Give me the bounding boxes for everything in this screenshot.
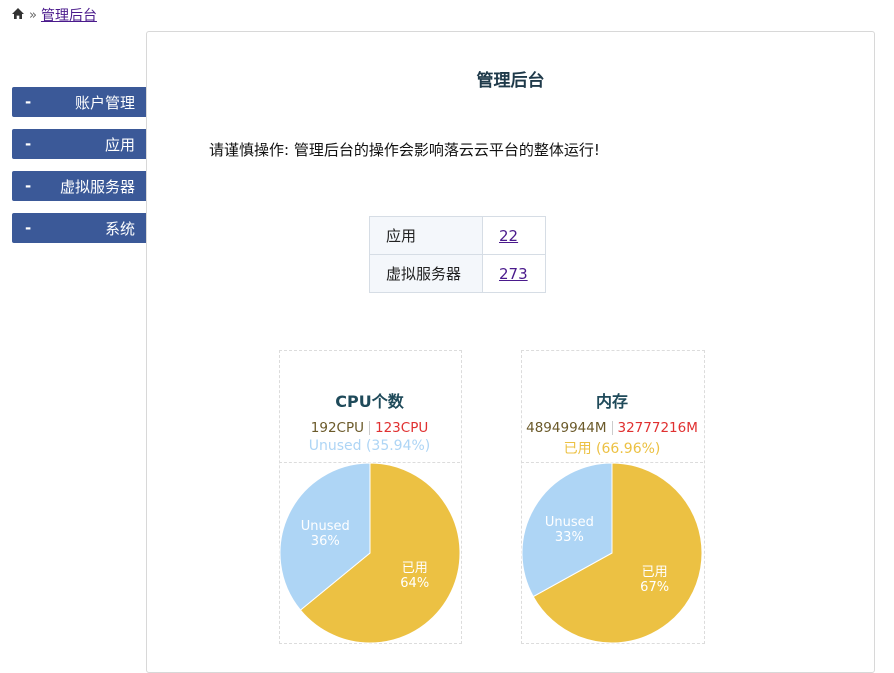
sidebar-item-dash: - [25, 93, 32, 111]
legend-divider [369, 421, 370, 435]
memory-chart-header: 内存 48949944M 32777216M 已用 (66.96%) [521, 350, 703, 463]
warning-message: 请谨慎操作: 管理后台的操作会影响落云云平台的整体运行! [209, 141, 600, 159]
stat-link-virtual-servers[interactable]: 273 [499, 265, 528, 283]
stat-cell: 22 [482, 216, 546, 255]
pie-slice-name-label: Unused [301, 519, 350, 534]
memory-chart-title: 内存 [595, 392, 628, 411]
pie-slice-name-label: 已用 [642, 565, 668, 580]
cpu-legend-used: 192CPU [310, 420, 364, 436]
stat-link-apps[interactable]: 22 [499, 227, 518, 245]
memory-legend-free: 32777216M [617, 420, 698, 436]
pie-slice-name-label: 已用 [402, 561, 428, 576]
main-panel: 管理后台 请谨慎操作: 管理后台的操作会影响落云云平台的整体运行! 应用 22 … [146, 31, 875, 673]
pie-slice-percent-label: 36% [311, 534, 340, 549]
sidebar-item-dash: - [25, 219, 32, 237]
memory-legend-used: 48949944M [526, 420, 607, 436]
memory-chart-subtitle: 已用 (66.96%) [563, 441, 661, 457]
sidebar-item-label: 系统 [104, 219, 135, 238]
memory-pie-chart: 已用67% Unused33% [521, 462, 703, 644]
breadcrumb-separator: » [29, 7, 37, 23]
sidebar-item-dash: - [25, 177, 32, 195]
memory-chart-legend: 48949944M 32777216M [521, 420, 703, 436]
cpu-chart-header: CPU个数 192CPU 123CPU Unused (35.94%) [279, 350, 460, 463]
sidebar-item-accounts[interactable]: - 账户管理 [12, 87, 147, 117]
pie-slice-percent-label: 64% [400, 576, 429, 591]
sidebar-item-virtual-servers[interactable]: - 虚拟服务器 [12, 171, 147, 201]
cpu-chart-title: CPU个数 [335, 392, 404, 411]
stat-cell: 273 [482, 254, 546, 293]
cpu-chart-subtitle: Unused (35.94%) [308, 438, 431, 454]
legend-divider [611, 421, 613, 435]
breadcrumb: » 管理后台 [11, 5, 97, 25]
sidebar-item-system[interactable]: - 系统 [12, 213, 147, 243]
sidebar-item-label: 虚拟服务器 [59, 177, 135, 196]
stat-label-virtual-servers: 虚拟服务器 [369, 254, 483, 293]
sidebar-item-dash: - [25, 135, 32, 153]
stats-table: 应用 22 虚拟服务器 273 [369, 216, 546, 293]
pie-slice-name-label: Unused [545, 515, 594, 530]
sidebar-item-label: 账户管理 [74, 93, 135, 112]
stat-label-apps: 应用 [369, 216, 483, 255]
pie-slice-percent-label: 33% [555, 530, 584, 545]
sidebar-item-label: 应用 [104, 135, 135, 154]
page-title: 管理后台 [476, 71, 545, 91]
cpu-chart-legend: 192CPU 123CPU [279, 420, 460, 436]
sidebar: - 账户管理 - 应用 - 虚拟服务器 - 系统 [12, 87, 147, 255]
cpu-legend-free: 123CPU [375, 420, 429, 436]
sidebar-item-apps[interactable]: - 应用 [12, 129, 147, 159]
table-row: 虚拟服务器 273 [369, 254, 546, 293]
home-icon[interactable] [11, 7, 25, 24]
pie-slice-percent-label: 67% [640, 580, 669, 595]
cpu-pie-chart: 已用64% Unused36% [279, 462, 461, 644]
table-row: 应用 22 [369, 216, 546, 255]
breadcrumb-current-link[interactable]: 管理后台 [41, 5, 97, 25]
